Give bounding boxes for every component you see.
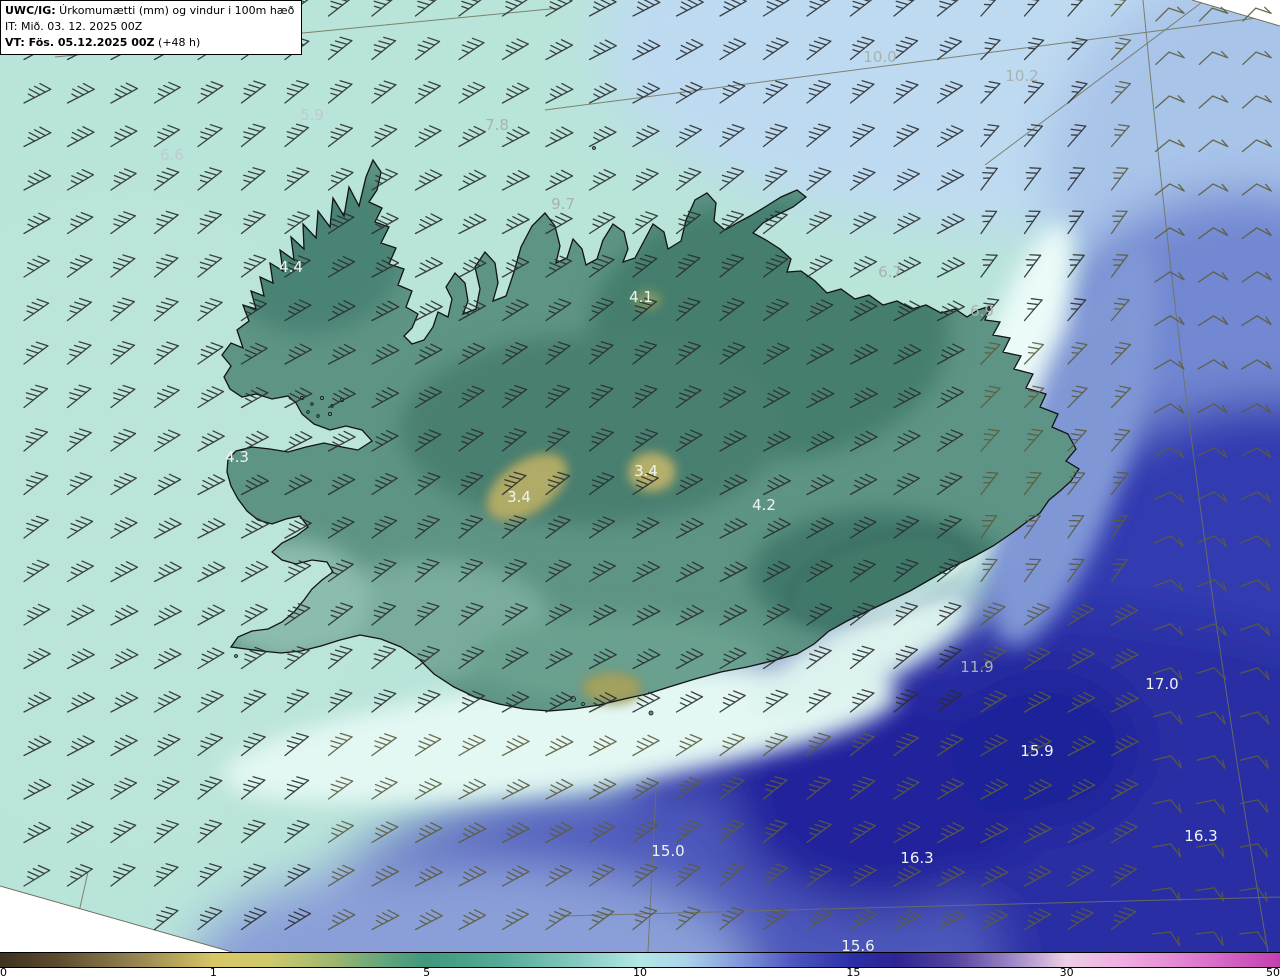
colorbar-tick-label: 30 (1059, 966, 1074, 978)
weather-map-screenshot: 10.0 10.2 5.9 6.6 7.8 9.7 4.4 4.1 6.7 6.9 4.3 3.4 3.… (0, 0, 1280, 978)
colorbar-tick-label: 0 (0, 966, 7, 978)
precip-value-label: 17.0 (1145, 675, 1179, 693)
map-area: 10.0 10.2 5.9 6.6 7.8 9.7 4.4 4.1 6.7 6.9 4.3 3.4 3.… (0, 0, 1280, 952)
precip-value-label: 9.7 (551, 195, 575, 213)
precip-value-label: 10.0 (863, 48, 897, 66)
precip-colorbar: 0 1 5 10 15 30 50 (0, 952, 1280, 978)
init-time-line: IT: Mið. 03. 12. 2025 00Z (5, 20, 143, 33)
colorbar-tick-label: 5 (423, 966, 431, 978)
precip-value-label: 6.6 (160, 146, 184, 164)
precip-value-label: 3.4 (507, 488, 531, 506)
colorbar-tick-label: 10 (633, 966, 647, 978)
colorbar-tick-row: 0 1 5 10 15 30 50 (0, 966, 1280, 978)
precip-value-label: 15.0 (651, 842, 685, 860)
precip-value-label: 4.4 (279, 258, 303, 276)
product-desc-label: Úrkomumætti (mm) og vindur i 100m hæð (55, 4, 295, 17)
precip-value-label: 5.9 (300, 106, 324, 124)
precip-value-label: 4.2 (752, 496, 776, 514)
precip-value-label: 16.3 (1184, 827, 1218, 845)
precip-value-label: 15.9 (1020, 742, 1054, 760)
precip-value-label: 4.3 (225, 448, 249, 466)
precip-value-label: 4.1 (629, 288, 653, 306)
valid-offset-label: (+48 h) (154, 36, 201, 49)
title-box: UWC/IG: Úrkomumætti (mm) og vindur i 100… (0, 0, 303, 55)
precip-value-label: 10.2 (1005, 67, 1039, 85)
precip-value-label: 7.8 (485, 116, 509, 134)
product-id-label: UWC/IG: (5, 4, 56, 17)
colorbar-tick-label: 50 (1266, 966, 1280, 978)
precip-value-label: 3.4 (634, 462, 658, 480)
precip-value-label: 6.9 (970, 302, 994, 320)
colorbar-tick-label: 1 (209, 966, 217, 978)
precip-value-label: 16.3 (900, 849, 934, 867)
precip-value-label: 11.9 (960, 658, 994, 676)
valid-time-line: VT: Fös. 05.12.2025 00Z (+48 h) (5, 35, 294, 51)
valid-time-label: VT: Fös. 05.12.2025 00Z (5, 36, 155, 49)
precip-value-label: 15.6 (841, 937, 875, 952)
colorbar-tick-label: 15 (846, 966, 861, 978)
precip-value-label: 6.7 (878, 263, 902, 281)
title-line: UWC/IG: Úrkomumætti (mm) og vindur i 100… (5, 3, 294, 19)
